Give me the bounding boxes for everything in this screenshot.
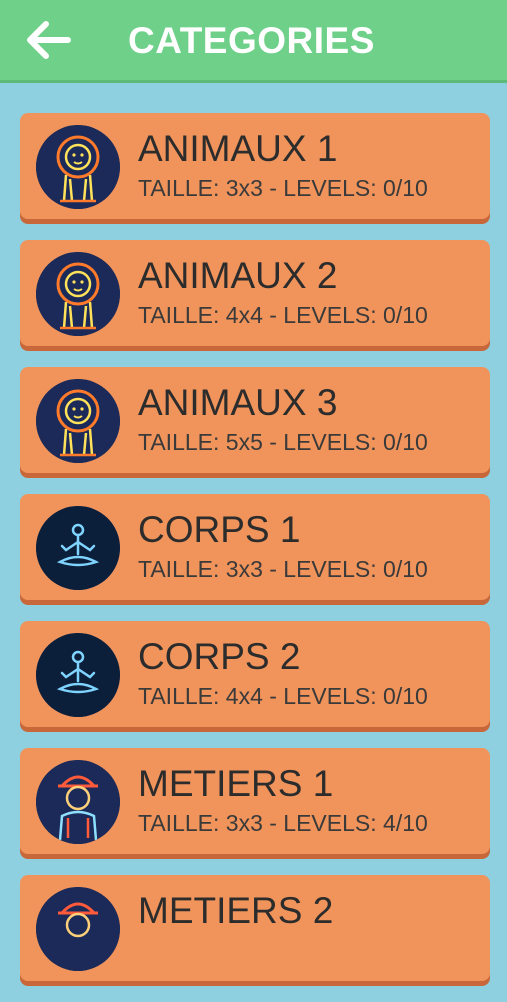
category-name: ANIMAUX 1 [138, 128, 338, 169]
page-title: CATEGORIES [128, 20, 375, 61]
category-card-corps-1[interactable]: CORPS 1 TAILLE: 3x3 - LEVELS: 0/10 [20, 494, 490, 600]
category-card-metiers-1[interactable]: METIERS 1 TAILLE: 3x3 - LEVELS: 4/10 [20, 748, 490, 854]
category-name: METIERS 2 [138, 890, 334, 931]
category-info: TAILLE: 4x4 - LEVELS: 0/10 [138, 302, 428, 328]
category-info: TAILLE: 3x3 - LEVELS: 0/10 [138, 175, 428, 201]
category-name: CORPS 1 [138, 509, 301, 550]
category-name: METIERS 1 [138, 763, 334, 804]
neon-meditation-icon [36, 633, 120, 717]
category-info: TAILLE: 3x3 - LEVELS: 4/10 [138, 810, 428, 836]
arrow-left-icon [27, 21, 71, 59]
category-card-animaux-3[interactable]: ANIMAUX 3 TAILLE: 5x5 - LEVELS: 0/10 [20, 367, 490, 473]
neon-lion-icon [36, 125, 120, 209]
neon-lion-icon [36, 379, 120, 463]
category-name: ANIMAUX 3 [138, 382, 338, 423]
app-header: CATEGORIES [0, 0, 507, 80]
neon-meditation-icon [36, 506, 120, 590]
category-name: CORPS 2 [138, 636, 301, 677]
neon-lion-icon [36, 252, 120, 336]
category-info: TAILLE: 4x4 - LEVELS: 0/10 [138, 683, 428, 709]
category-info: TAILLE: 3x3 - LEVELS: 0/10 [138, 556, 428, 582]
category-card-animaux-1[interactable]: ANIMAUX 1 TAILLE: 3x3 - LEVELS: 0/10 [20, 113, 490, 219]
category-card-metiers-2[interactable]: METIERS 2 [20, 875, 490, 981]
neon-worker-icon [36, 760, 120, 844]
back-button[interactable] [22, 18, 74, 62]
category-card-animaux-2[interactable]: ANIMAUX 2 TAILLE: 4x4 - LEVELS: 0/10 [20, 240, 490, 346]
category-name: ANIMAUX 2 [138, 255, 338, 296]
category-info: TAILLE: 5x5 - LEVELS: 0/10 [138, 429, 428, 455]
category-card-corps-2[interactable]: CORPS 2 TAILLE: 4x4 - LEVELS: 0/10 [20, 621, 490, 727]
category-list: ANIMAUX 1 TAILLE: 3x3 - LEVELS: 0/10 ANI… [20, 113, 490, 1002]
